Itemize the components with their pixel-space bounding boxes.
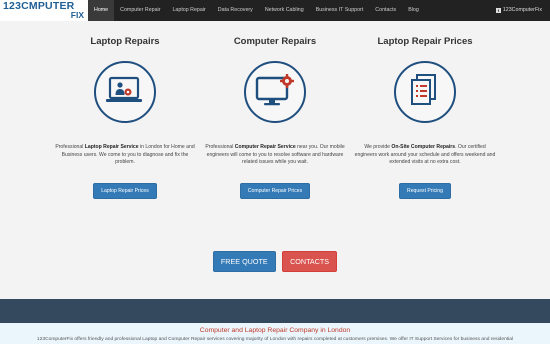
price-list-documents-icon	[394, 61, 456, 123]
laptop-repair-prices-button[interactable]: Laptop Repair Prices	[93, 182, 157, 199]
nav-item-laptop-repair[interactable]: Laptop Repair	[166, 0, 211, 21]
site-logo[interactable]: 123CMPUTER FIX	[0, 0, 88, 21]
nav-item-blog[interactable]: Blog	[402, 0, 425, 21]
footer-band	[0, 299, 550, 323]
top-navbar: 123CMPUTER FIX Home Computer Repair Lapt…	[0, 0, 550, 21]
free-quote-button[interactable]: FREE QUOTE	[212, 251, 276, 272]
nav-item-home[interactable]: Home	[88, 0, 115, 21]
logo-wordmark: 123CMPUTER	[3, 0, 75, 12]
nav-item-computer-repair[interactable]: Computer Repair	[114, 0, 166, 21]
cta-buttons: FREE QUOTE CONTACTS	[0, 251, 550, 272]
facebook-link-label: 123ComputerFix	[502, 7, 542, 13]
column-title: Laptop Repair Prices	[377, 36, 473, 47]
column-description: Professional Computer Repair Service nea…	[205, 144, 345, 166]
nav-item-contacts[interactable]: Contacts	[369, 0, 402, 21]
service-column-computer-repairs: Computer Repairs Professional Computer R…	[200, 21, 350, 199]
contacts-button[interactable]: CONTACTS	[282, 251, 338, 272]
column-title: Laptop Repairs	[90, 36, 160, 47]
nav-item-network-cabling[interactable]: Network Cabling	[259, 0, 310, 21]
column-description: Professional Laptop Repair Service in Lo…	[55, 144, 195, 166]
monitor-gear-icon	[244, 61, 306, 123]
request-pricing-button[interactable]: Request Pricing	[399, 182, 451, 199]
facebook-icon: f	[495, 8, 501, 13]
footer-text: 123ComputerFix offers friendly and profe…	[36, 337, 514, 342]
logo-fix: FIX	[70, 10, 84, 20]
nav-item-data-recovery[interactable]: Data Recovery	[212, 0, 259, 21]
nav-links: Home Computer Repair Laptop Repair Data …	[88, 0, 425, 21]
column-description: We provide On-Site Computer Repairs. Our…	[354, 144, 496, 166]
computer-repair-prices-button[interactable]: Computer Repair Prices	[239, 182, 311, 199]
nav-item-business-it-support[interactable]: Business IT Support	[310, 0, 370, 21]
laptop-user-gear-icon	[94, 61, 156, 123]
column-title: Computer Repairs	[233, 36, 317, 47]
footer-intro: Computer and Laptop Repair Company in Lo…	[0, 323, 550, 344]
service-column-laptop-repairs: Laptop Repairs Professional Laptop Repai…	[50, 21, 200, 199]
facebook-link[interactable]: f 123ComputerFix	[495, 0, 542, 21]
service-column-laptop-repair-prices: Laptop Repair Prices We provide On-Site …	[350, 21, 500, 199]
footer-heading: Computer and Laptop Repair Company in Lo…	[199, 327, 351, 334]
